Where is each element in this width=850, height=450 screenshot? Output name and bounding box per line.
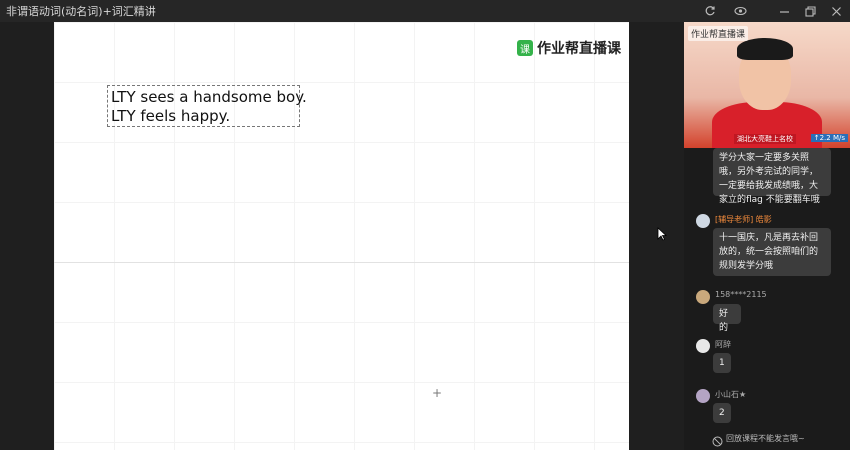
mute-icon bbox=[712, 432, 723, 450]
sentence-textbox[interactable]: LTY sees a handsome boy. LTY feels happy… bbox=[107, 85, 307, 127]
refresh-icon[interactable] bbox=[700, 2, 720, 20]
chat-disabled-note: 回放课程不能发言哦~ bbox=[726, 434, 805, 443]
chat-username: [辅导老师] 皓影 bbox=[715, 215, 772, 224]
sentence-line-1: LTY sees a handsome boy. bbox=[111, 88, 307, 106]
chat-bubble: 十一国庆，凡是再去补回放的，统一会按照咱们的规则发学分哦 bbox=[713, 228, 831, 276]
board-divider bbox=[54, 262, 629, 263]
avatar bbox=[696, 290, 710, 304]
chat-bubble: 1 bbox=[713, 353, 731, 373]
chat-bubble: 2 bbox=[713, 403, 731, 423]
sentence-line-2: LTY feels happy. bbox=[111, 107, 231, 125]
video-caption: 湖北大亮鞋上名校 bbox=[734, 134, 796, 144]
eye-icon[interactable] bbox=[730, 2, 750, 20]
crosshair-cursor-icon: + bbox=[432, 386, 443, 400]
avatar bbox=[696, 214, 710, 228]
network-speed: ↑2.2 M/s bbox=[810, 134, 848, 142]
whiteboard[interactable]: 课 作业帮直播课 LTY sees a handsome boy. LTY fe… bbox=[54, 22, 629, 450]
avatar bbox=[696, 389, 710, 403]
restore-icon[interactable] bbox=[800, 2, 820, 20]
logo-mark: 课 bbox=[517, 40, 533, 56]
logo-text: 作业帮直播课 bbox=[537, 41, 621, 57]
chat-bubble: 好的 bbox=[713, 304, 741, 333]
chat-username: 小山石★ bbox=[715, 390, 747, 399]
title-bar: 非谓语动词(动名词)+词汇精讲 bbox=[0, 0, 850, 22]
close-icon[interactable] bbox=[826, 2, 846, 20]
teacher-hair bbox=[737, 38, 793, 60]
video-brand: 作业帮直播课 bbox=[688, 26, 749, 41]
chat-username: 158****2115 bbox=[715, 290, 767, 299]
window-title: 非谓语动词(动名词)+词汇精讲 bbox=[6, 5, 156, 18]
minimize-icon[interactable] bbox=[774, 2, 794, 20]
avatar bbox=[696, 339, 710, 353]
chat-list[interactable]: 学分大家一定要多关照哦，另外考完试的同学，一定要给我发成绩哦，大家立的flag … bbox=[684, 148, 850, 450]
chat-username: 阿辞 bbox=[715, 340, 731, 349]
chat-bubble: 学分大家一定要多关照哦，另外考完试的同学，一定要给我发成绩哦，大家立的flag … bbox=[713, 148, 831, 205]
logo: 课 作业帮直播课 bbox=[517, 38, 621, 58]
right-sidebar: 作业帮直播课 湖北大亮鞋上名校 ↑2.2 M/s 学分大家一定要多关照哦，另外考… bbox=[684, 22, 850, 450]
chat-footer: 回放课程不能发言哦~ bbox=[684, 428, 850, 450]
teacher-video: 作业帮直播课 湖北大亮鞋上名校 ↑2.2 M/s bbox=[684, 22, 850, 148]
